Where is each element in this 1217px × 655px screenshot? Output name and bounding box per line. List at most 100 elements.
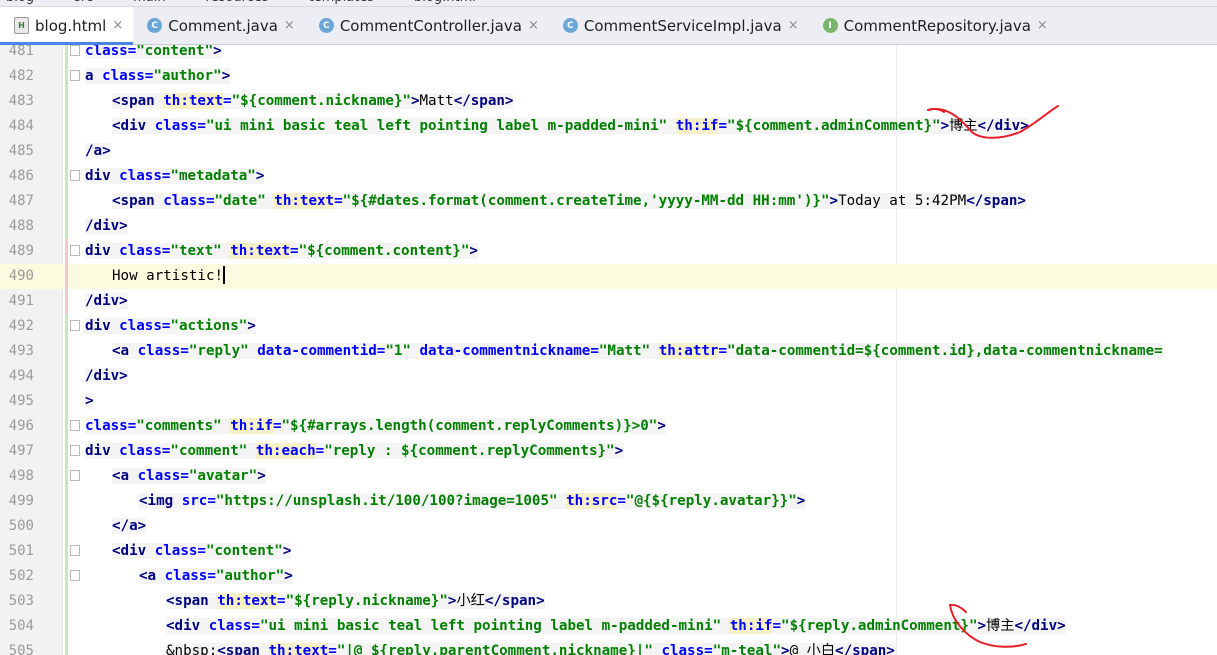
fold-toggle-icon[interactable] — [70, 420, 80, 431]
change-marker — [65, 589, 68, 614]
fold-toggle-icon[interactable] — [70, 570, 80, 581]
code-text: div class="metadata"> — [85, 164, 265, 189]
code-line[interactable]: 502 <a class="author"> — [0, 564, 1217, 589]
code-token: "${#arrays.length(comment.replyComments)… — [281, 418, 658, 434]
code-editor[interactable]: 481 class="content"> 482 a class="author"> 4… — [0, 45, 1217, 655]
code-line[interactable]: 487 <span class="date" th:text="${#dates.… — [0, 189, 1217, 214]
navigation-bar: blog src main resources templates blog.html — [0, 0, 1217, 7]
tab-blog-html[interactable]: Hblog.html × — [0, 7, 134, 45]
code-line[interactable]: 482 a class="author"> — [0, 64, 1217, 89]
code-token: = — [334, 193, 343, 209]
code-token: /div> — [85, 293, 128, 309]
code-token: <div — [112, 543, 155, 559]
code-text: &nbsp;<span th:text="|@ ${reply.parentCo… — [166, 639, 895, 655]
code-token: "author" — [153, 68, 222, 84]
code-line[interactable]: 494/div> — [0, 364, 1217, 389]
close-tab-icon[interactable]: × — [788, 18, 799, 33]
change-marker — [65, 539, 68, 564]
change-marker — [65, 45, 68, 64]
code-line[interactable]: 496 class="comments" th:if="${#arrays.len… — [0, 414, 1217, 439]
fold-toggle-icon[interactable] — [70, 170, 80, 181]
text-cursor — [223, 266, 226, 284]
code-line[interactable]: 501 <div class="content"> — [0, 539, 1217, 564]
code-token: "${comment.content}" — [298, 243, 470, 259]
code-token: "avatar" — [188, 468, 258, 484]
fold-toggle-icon[interactable] — [70, 470, 80, 481]
breadcrumb-item[interactable]: main — [133, 0, 165, 5]
breadcrumb-item[interactable]: blog — [6, 0, 34, 5]
code-text: class="content"> — [85, 45, 222, 64]
code-token: "comment" — [170, 443, 256, 459]
code-token: > — [796, 493, 806, 509]
code-line[interactable]: 491/div> — [0, 289, 1217, 314]
code-line[interactable]: 498 <a class="avatar"> — [0, 464, 1217, 489]
code-line[interactable]: 493 <a class="reply" data-commentid="1" d… — [0, 339, 1217, 364]
code-line[interactable]: 481 class="content"> — [0, 45, 1217, 64]
breadcrumb-item[interactable]: src — [74, 0, 93, 5]
change-marker — [65, 189, 68, 214]
code-line[interactable]: 489 div class="text" th:text="${comment.c… — [0, 239, 1217, 264]
breadcrumb-item[interactable]: templates — [309, 0, 374, 5]
code-token: &nbsp; — [166, 643, 218, 655]
code-token: div — [85, 318, 120, 334]
code-token: th:if — [729, 618, 773, 634]
code-line[interactable]: 486 div class="metadata"> — [0, 164, 1217, 189]
code-token: = — [223, 93, 232, 109]
breadcrumb-item[interactable]: resources — [206, 0, 269, 5]
line-number: 492 — [8, 318, 34, 334]
code-text: <a class="avatar"> — [112, 464, 266, 489]
fold-toggle-icon[interactable] — [70, 545, 80, 556]
fold-toggle-icon[interactable] — [70, 245, 80, 256]
code-line[interactable]: 492 div class="actions"> — [0, 314, 1217, 339]
close-tab-icon[interactable]: × — [528, 18, 539, 33]
code-line[interactable]: 490 How artistic! — [0, 264, 1217, 289]
code-line[interactable]: 505 &nbsp;<span th:text="|@ ${reply.paren… — [0, 639, 1217, 655]
html-file-icon: H — [14, 17, 29, 34]
fold-toggle-icon[interactable] — [70, 45, 80, 56]
code-line[interactable]: 495 > — [0, 389, 1217, 414]
code-token: "content" — [136, 45, 214, 59]
code-line[interactable]: 485/a> — [0, 139, 1217, 164]
tab-comment-java[interactable]: C Comment.java × — [133, 7, 305, 44]
code-token: > — [469, 243, 478, 259]
code-line[interactable]: 500 </a> — [0, 514, 1217, 539]
breadcrumb-item[interactable]: blog.html — [414, 0, 476, 5]
close-tab-icon[interactable]: × — [1037, 18, 1048, 33]
line-number: 495 — [8, 393, 34, 409]
line-number: 494 — [8, 368, 34, 384]
code-line[interactable]: 488/div> — [0, 214, 1217, 239]
fold-toggle-icon[interactable] — [70, 445, 80, 456]
code-token: "reply" — [188, 343, 258, 359]
change-marker — [65, 514, 68, 539]
tab-commentcontroller-java[interactable]: C CommentController.java × — [305, 7, 549, 44]
change-marker — [65, 114, 68, 139]
fold-toggle-icon[interactable] — [70, 70, 80, 81]
code-token: = — [617, 493, 626, 509]
change-marker — [65, 164, 68, 189]
code-line[interactable]: 484 <div class="ui mini basic teal left p… — [0, 114, 1217, 139]
line-number: 486 — [8, 168, 34, 184]
code-line[interactable]: 483 <span th:text="${comment.nickname}">M… — [0, 89, 1217, 114]
tab-commentrepository-java[interactable]: I CommentRepository.java × — [809, 7, 1058, 44]
code-line[interactable]: 503 <span th:text="${reply.nickname}">小红<… — [0, 589, 1217, 614]
code-token: > — [829, 193, 839, 209]
code-line[interactable]: 499 <img src="https://unsplash.it/100/100… — [0, 489, 1217, 514]
code-token: "ui mini basic teal left pointing label … — [205, 118, 676, 134]
code-token: = — [718, 343, 728, 359]
fold-toggle-icon[interactable] — [70, 320, 80, 331]
code-line[interactable]: 497 div class="comment" th:each="reply : … — [0, 439, 1217, 464]
code-token: th:text — [274, 193, 335, 209]
close-tab-icon[interactable]: × — [284, 18, 295, 33]
code-token: > — [257, 468, 266, 484]
line-number: 493 — [8, 343, 34, 359]
code-token: div — [85, 168, 120, 184]
code-token: = — [772, 618, 782, 634]
change-marker — [65, 264, 68, 289]
close-tab-icon[interactable]: × — [112, 18, 123, 33]
code-token: <a — [112, 343, 138, 359]
tab-label: Comment.java — [168, 16, 278, 35]
tab-commentserviceimpl-java[interactable]: C CommentServiceImpl.java × — [549, 7, 809, 44]
code-line[interactable]: 504 <div class="ui mini basic teal left p… — [0, 614, 1217, 639]
code-text: How artistic! — [112, 264, 226, 289]
change-marker — [65, 89, 68, 114]
